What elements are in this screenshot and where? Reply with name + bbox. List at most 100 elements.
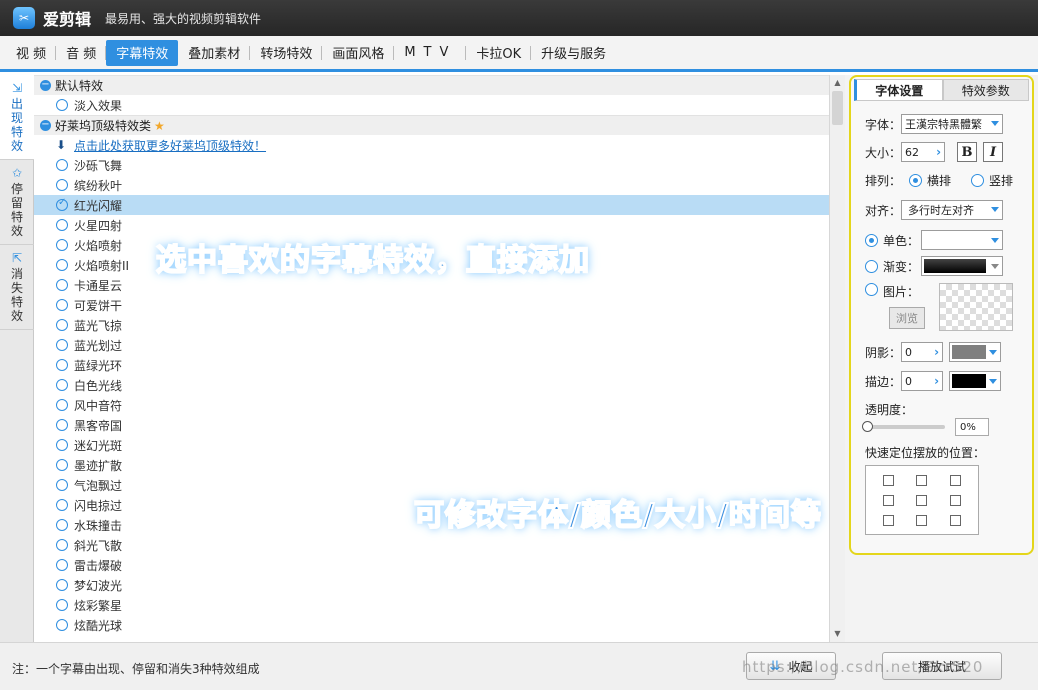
opacity-slider-handle[interactable] [862, 421, 873, 432]
tab-transition-effects[interactable]: 转场特效 [250, 40, 323, 66]
tab-audio[interactable]: 音 频 [56, 40, 107, 66]
font-dropdown[interactable]: 王漢宗特黑體繁 [901, 114, 1004, 134]
radio-button[interactable] [56, 197, 68, 211]
collapse-minus-icon[interactable]: − [40, 80, 51, 91]
vtab-exit-effects[interactable]: ⇱ 消失特效 [0, 245, 34, 330]
list-item[interactable]: 蓝绿光环 [34, 355, 829, 375]
enter-icon: ⇲ [11, 81, 23, 95]
tab-subtitle-effects[interactable]: 字幕特效 [106, 39, 179, 66]
solid-color-radio[interactable] [865, 233, 878, 247]
radio-button[interactable] [56, 419, 68, 431]
list-item[interactable]: 风中音符 [34, 395, 829, 415]
list-item[interactable]: 淡入效果 [34, 95, 829, 115]
position-top-right-checkbox[interactable] [949, 474, 961, 486]
radio-button[interactable] [56, 99, 68, 111]
list-item[interactable]: 黑客帝国 [34, 415, 829, 435]
radio-button[interactable] [56, 519, 68, 531]
scroll-thumb[interactable] [832, 91, 843, 125]
radio-button[interactable] [56, 259, 68, 271]
list-item[interactable]: 墨迹扩散 [34, 455, 829, 475]
radio-button[interactable] [56, 299, 68, 311]
group-default-effects[interactable]: − 默认特效 [34, 75, 829, 95]
shadow-stepper[interactable]: 0 › [901, 342, 944, 362]
tab-upgrade-service[interactable]: 升级与服务 [531, 40, 616, 66]
image-radio[interactable] [865, 283, 878, 296]
browse-button[interactable]: 浏览 [889, 307, 925, 329]
list-item[interactable]: 缤纷秋叶 [34, 175, 829, 195]
list-item[interactable]: 雷击爆破 [34, 555, 829, 575]
tab-effect-params[interactable]: 特效参数 [942, 79, 1029, 101]
tab-font-settings[interactable]: 字体设置 [854, 79, 943, 101]
radio-button[interactable] [56, 479, 68, 491]
arrange-horizontal-radio[interactable] [909, 174, 923, 187]
list-item[interactable]: 蓝光划过 [34, 335, 829, 355]
list-item[interactable]: 火星四射 [34, 215, 829, 235]
chevron-right-icon: › [934, 374, 940, 388]
tab-karaoke[interactable]: 卡拉OK [466, 40, 531, 66]
radio-button[interactable] [56, 319, 68, 331]
radio-button[interactable] [56, 619, 68, 631]
shadow-color-picker[interactable] [949, 342, 1002, 362]
radio-button[interactable] [56, 599, 68, 611]
collapse-minus-icon[interactable]: − [40, 120, 51, 131]
effects-list-scrollbar[interactable]: ▲ ▼ [829, 75, 845, 642]
radio-button[interactable] [56, 379, 68, 391]
radio-button[interactable] [56, 239, 68, 251]
tab-overlay-material[interactable]: 叠加素材 [178, 40, 251, 66]
list-item[interactable]: 迷幻光斑 [34, 435, 829, 455]
radio-button[interactable] [56, 179, 68, 191]
radio-button[interactable] [56, 579, 68, 591]
vtab-enter-effects[interactable]: ⇲ 出现特效 [0, 75, 34, 160]
radio-button[interactable] [56, 459, 68, 471]
solid-color-picker[interactable] [921, 230, 1004, 250]
position-center-checkbox[interactable] [916, 494, 928, 506]
gradient-radio[interactable] [865, 259, 878, 273]
download-more-link[interactable]: 点击此处获取更多好莱坞顶级特效！ [74, 137, 266, 154]
list-item[interactable]: 蓝光飞掠 [34, 315, 829, 335]
position-top-left-checkbox[interactable] [883, 474, 895, 486]
radio-button[interactable] [56, 159, 68, 171]
radio-button[interactable] [56, 499, 68, 511]
list-item[interactable]: 可爱饼干 [34, 295, 829, 315]
tab-mtv[interactable]: MTV [394, 40, 467, 66]
tab-picture-style[interactable]: 画面风格 [322, 40, 395, 66]
tab-video[interactable]: 视 频 [6, 40, 57, 66]
align-dropdown[interactable]: 多行时左对齐 [901, 200, 1004, 220]
bold-button[interactable]: B [957, 142, 978, 162]
opacity-slider[interactable] [862, 421, 945, 432]
position-bottom-left-checkbox[interactable] [883, 514, 895, 526]
gradient-color-picker[interactable] [921, 256, 1004, 276]
position-middle-right-checkbox[interactable] [949, 494, 961, 506]
vtab-stay-effects[interactable]: ✩ 停留特效 [0, 160, 34, 245]
list-item[interactable]: 白色光线 [34, 375, 829, 395]
position-top-center-checkbox[interactable] [916, 474, 928, 486]
position-middle-left-checkbox[interactable] [883, 494, 895, 506]
position-bottom-right-checkbox[interactable] [949, 514, 961, 526]
app-title: 爱剪辑 [43, 10, 92, 29]
radio-button[interactable] [56, 539, 68, 551]
list-item[interactable]: 红光闪耀 [34, 195, 829, 215]
radio-button[interactable] [56, 439, 68, 451]
radio-button[interactable] [56, 359, 68, 371]
list-item[interactable]: 炫酷光球 [34, 615, 829, 635]
radio-button[interactable] [56, 339, 68, 351]
list-item[interactable]: 沙砾飞舞 [34, 155, 829, 175]
list-item[interactable]: 斜光飞散 [34, 535, 829, 555]
opacity-value-field[interactable]: 0% [955, 418, 989, 436]
scroll-down-arrow[interactable]: ▼ [830, 626, 845, 642]
list-item[interactable]: 炫彩繁星 [34, 595, 829, 615]
stroke-stepper[interactable]: 0 › [901, 371, 944, 391]
group-hollywood-effects[interactable]: − 好莱坞顶级特效类 ★ [34, 115, 829, 135]
list-item[interactable]: 梦幻波光 [34, 575, 829, 595]
radio-button[interactable] [56, 559, 68, 571]
download-more-row[interactable]: ⬇ 点击此处获取更多好莱坞顶级特效！ [34, 135, 829, 155]
arrange-vertical-radio[interactable] [971, 174, 985, 187]
stroke-color-picker[interactable] [949, 371, 1002, 391]
radio-button[interactable] [56, 219, 68, 231]
radio-button[interactable] [56, 279, 68, 291]
scroll-up-arrow[interactable]: ▲ [830, 75, 845, 91]
radio-button[interactable] [56, 399, 68, 411]
position-bottom-center-checkbox[interactable] [916, 514, 928, 526]
italic-button[interactable]: I [983, 142, 1004, 162]
size-stepper[interactable]: 62 › [901, 142, 946, 162]
